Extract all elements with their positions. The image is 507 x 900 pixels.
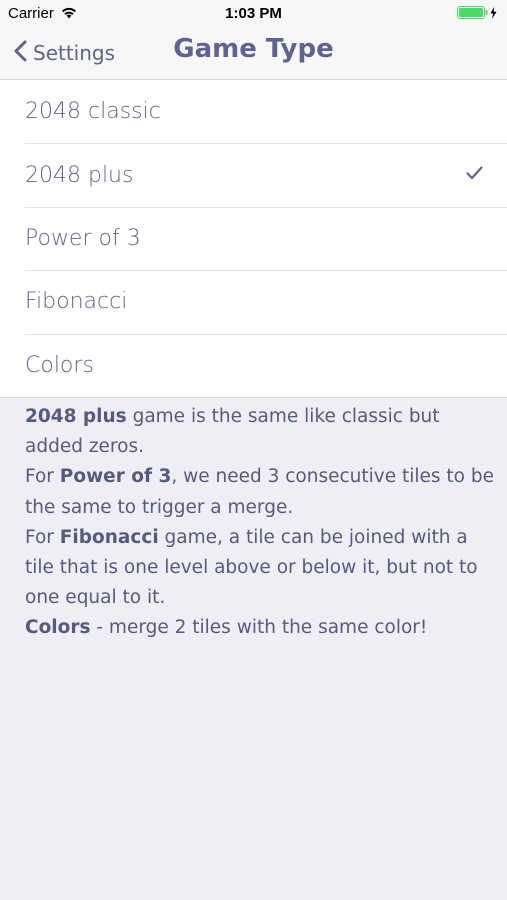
game-type-label: Colors <box>25 352 94 378</box>
description-colors: Colors - merge 2 tiles with the same col… <box>25 613 495 643</box>
game-type-option-fibonacci[interactable]: Fibonacci <box>0 270 507 333</box>
game-type-label: Fibonacci <box>25 289 128 315</box>
page-title: Game Type <box>173 34 334 64</box>
description-2048-plus: 2048 plus game is the same like classic … <box>25 402 495 462</box>
game-type-list: 2048 classic 2048 plus Power of 3 Fibona… <box>0 80 507 398</box>
game-type-label: Power of 3 <box>25 225 141 251</box>
description-text: For <box>25 526 60 548</box>
battery-charging-icon <box>457 6 499 24</box>
game-type-option-2048-classic[interactable]: 2048 classic <box>0 80 507 143</box>
game-type-option-power-of-3[interactable]: Power of 3 <box>0 206 507 270</box>
navigation-bar: Settings Game Type <box>0 28 507 80</box>
description-term: 2048 plus <box>25 406 127 427</box>
game-type-option-2048-plus[interactable]: 2048 plus <box>0 143 507 206</box>
checkmark-icon <box>466 165 483 184</box>
game-type-description: 2048 plus game is the same like classic … <box>25 402 495 644</box>
status-bar: Carrier 1:03 PM <box>0 0 507 28</box>
status-time: 1:03 PM <box>225 5 282 22</box>
game-type-option-colors[interactable]: Colors <box>0 333 507 397</box>
description-term: Fibonacci <box>59 526 159 548</box>
description-term: Power of 3 <box>59 466 172 488</box>
description-text: For <box>25 466 60 488</box>
description-term: Colors <box>25 617 91 639</box>
description-fibonacci: For Fibonacci game, a tile can be joined… <box>25 523 495 614</box>
description-text: - merge 2 tiles with the same color! <box>90 617 428 639</box>
game-type-label: 2048 plus <box>25 162 134 188</box>
description-power-of-3: For Power of 3, we need 3 consecutive ti… <box>25 462 495 522</box>
game-type-label: 2048 classic <box>25 99 161 125</box>
